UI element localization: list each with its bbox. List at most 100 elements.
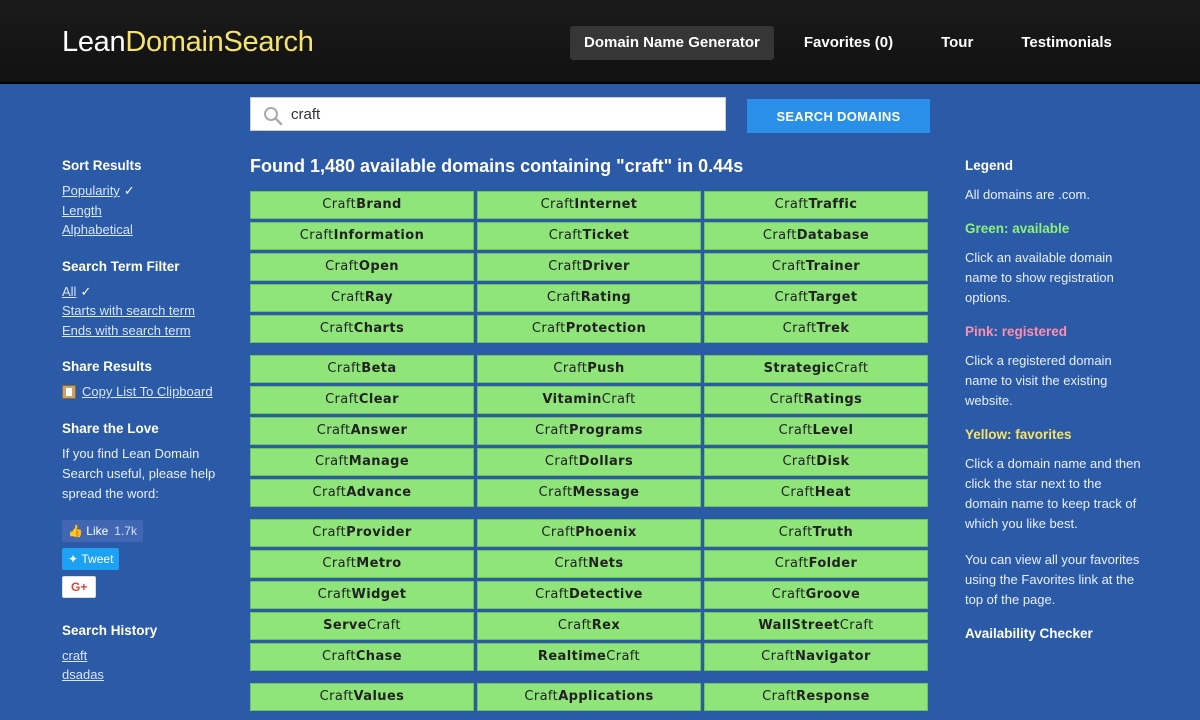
domain-cell[interactable]: CraftProtection (477, 315, 701, 343)
domain-cell[interactable]: CraftAdvance (250, 479, 474, 507)
search-box (250, 97, 726, 131)
domain-keyword: Brand (356, 197, 402, 212)
domain-cell[interactable]: CraftWidget (250, 581, 474, 609)
domain-keyword: Trek (816, 321, 850, 336)
domain-row: CraftChase RealtimeCraft CraftNavigator (250, 643, 930, 671)
domain-cell[interactable]: CraftPhoenix (477, 519, 701, 547)
domain-cell[interactable]: CraftDatabase (704, 222, 928, 250)
domain-cell[interactable]: CraftOpen (250, 253, 474, 281)
domain-keyword: Rating (580, 290, 632, 305)
domain-cell[interactable]: CraftBrand (250, 191, 474, 219)
domain-cell[interactable]: CraftNavigator (704, 643, 928, 671)
domain-cell[interactable]: CraftResponse (704, 683, 928, 711)
domain-cell[interactable]: CraftCharts (250, 315, 474, 343)
facebook-like-button[interactable]: 👍 Like 1.7k (62, 519, 143, 542)
domain-keyword: Traffic (808, 197, 858, 212)
domain-search-term: Craft (319, 689, 354, 704)
google-plus-button[interactable]: G+ (62, 575, 97, 598)
domain-cell[interactable]: CraftInternet (477, 191, 701, 219)
domain-search-term: Craft (531, 321, 566, 336)
site-logo[interactable]: LeanDomainSearch (62, 26, 314, 59)
filter-ends-with-link[interactable]: Ends with search term (62, 321, 242, 341)
domain-cell[interactable]: CraftTraffic (704, 191, 928, 219)
domain-cell[interactable]: CraftInformation (250, 222, 474, 250)
nav-favorites[interactable]: Favorites (0) (790, 26, 907, 60)
domain-cell[interactable]: CraftMessage (477, 479, 701, 507)
domain-cell[interactable]: CraftTicket (477, 222, 701, 250)
nav-testimonials[interactable]: Testimonials (1007, 26, 1126, 60)
domain-keyword: Dollars (578, 454, 634, 469)
domain-cell[interactable]: CraftDollars (477, 448, 701, 476)
search-domains-button[interactable]: SEARCH DOMAINS (747, 99, 930, 133)
domain-cell[interactable]: CraftTrainer (704, 253, 928, 281)
domain-cell[interactable]: ServeCraft (250, 612, 474, 640)
search-history-group: Search History craft dsadas (62, 623, 242, 685)
domain-cell[interactable]: CraftNets (477, 550, 701, 578)
domain-keyword: Serve (323, 618, 368, 633)
domain-cell[interactable]: CraftRating (477, 284, 701, 312)
domain-cell[interactable]: CraftChase (250, 643, 474, 671)
domain-cell[interactable]: CraftDriver (477, 253, 701, 281)
domain-cell[interactable]: CraftValues (250, 683, 474, 711)
domain-group: CraftValues CraftApplications CraftRespons… (250, 683, 930, 711)
domain-keyword: Detective (568, 587, 643, 602)
history-item[interactable]: craft (62, 646, 242, 666)
domain-cell[interactable]: CraftBeta (250, 355, 474, 383)
domain-cell[interactable]: WallStreetCraft (704, 612, 928, 640)
domain-cell[interactable]: CraftMetro (250, 550, 474, 578)
filter-all-link[interactable]: All ✓ (62, 282, 242, 302)
domain-search-term: Craft (762, 228, 797, 243)
domain-search-term: Craft (774, 290, 809, 305)
domain-cell[interactable]: CraftTrek (704, 315, 928, 343)
copy-list-link[interactable]: Copy List To Clipboard (82, 382, 213, 402)
domain-cell[interactable]: CraftPrograms (477, 417, 701, 445)
domain-search-term: Craft (322, 556, 357, 571)
social-buttons: 👍 Like 1.7k ✦ Tweet G+ (62, 519, 242, 604)
domain-row: CraftValues CraftApplications CraftRespons… (250, 683, 930, 711)
domain-cell[interactable]: CraftApplications (477, 683, 701, 711)
domain-cell[interactable]: CraftClear (250, 386, 474, 414)
domain-search-term: Craft (834, 361, 869, 376)
domain-keyword: Strategic (763, 361, 835, 376)
tweet-button[interactable]: ✦ Tweet (62, 547, 120, 570)
history-item[interactable]: dsadas (62, 665, 242, 685)
domain-keyword: Database (796, 228, 870, 243)
domain-search-term: Craft (780, 485, 815, 500)
domain-cell[interactable]: CraftManage (250, 448, 474, 476)
domain-cell[interactable]: CraftDisk (704, 448, 928, 476)
domain-keyword: Realtime (537, 649, 607, 664)
domain-cell[interactable]: StrategicCraft (704, 355, 928, 383)
domain-search-term: Craft (774, 197, 809, 212)
domain-cell[interactable]: CraftProvider (250, 519, 474, 547)
domain-cell[interactable]: CraftTruth (704, 519, 928, 547)
domain-keyword: Folder (808, 556, 858, 571)
domain-keyword: Response (796, 689, 870, 704)
nav-tour[interactable]: Tour (927, 26, 987, 60)
clipboard-icon (62, 384, 76, 399)
domain-cell[interactable]: CraftRex (477, 612, 701, 640)
nav-domain-name-generator[interactable]: Domain Name Generator (570, 26, 774, 60)
domain-search-term: Craft (769, 392, 804, 407)
domain-cell[interactable]: CraftFolder (704, 550, 928, 578)
domain-cell[interactable]: CraftRay (250, 284, 474, 312)
domain-cell[interactable]: CraftDetective (477, 581, 701, 609)
sort-popularity-link[interactable]: Popularity ✓ (62, 181, 242, 201)
domain-cell[interactable]: RealtimeCraft (477, 643, 701, 671)
domain-cell[interactable]: CraftAnswer (250, 417, 474, 445)
check-icon: ✓ (123, 183, 135, 198)
domain-keyword: Protection (565, 321, 647, 336)
domain-keyword: Advance (346, 485, 412, 500)
domain-cell[interactable]: CraftLevel (704, 417, 928, 445)
domain-cell[interactable]: CraftRatings (704, 386, 928, 414)
sort-length-link[interactable]: Length (62, 201, 242, 221)
filter-starts-with-link[interactable]: Starts with search term (62, 301, 242, 321)
legend-yellow-text: Click a domain name and then click the s… (965, 456, 1141, 531)
domain-search-term: Craft (548, 228, 583, 243)
domain-cell[interactable]: CraftPush (477, 355, 701, 383)
sort-alphabetical-link[interactable]: Alphabetical (62, 220, 242, 240)
domain-cell[interactable]: CraftHeat (704, 479, 928, 507)
domain-cell[interactable]: CraftGroove (704, 581, 928, 609)
domain-cell[interactable]: CraftTarget (704, 284, 928, 312)
domain-cell[interactable]: VitaminCraft (477, 386, 701, 414)
search-input[interactable] (291, 98, 721, 130)
